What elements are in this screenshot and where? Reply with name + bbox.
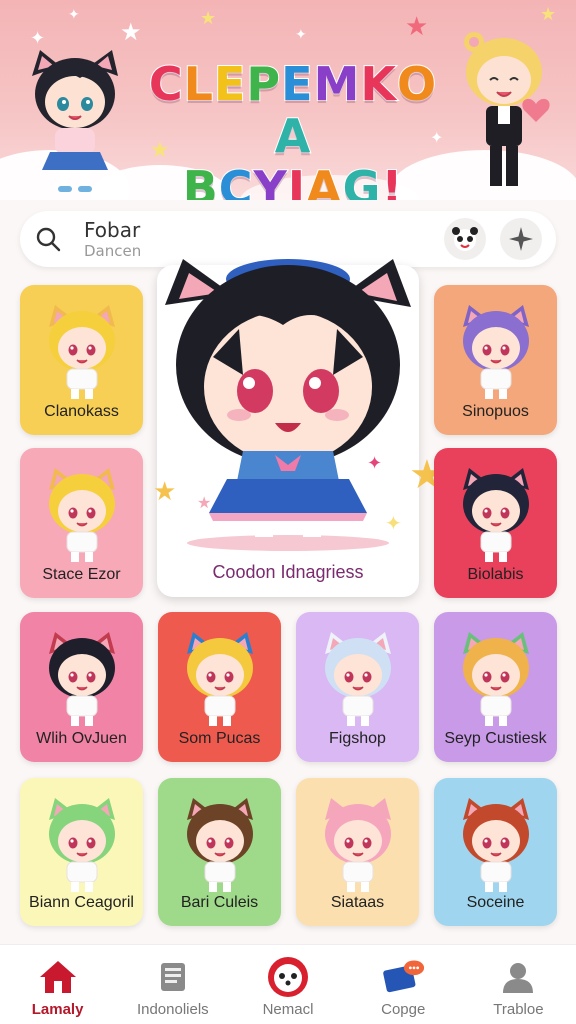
character-tile[interactable]: Bari Culeis: [158, 778, 281, 926]
title-letter: C: [148, 57, 184, 111]
cat-girl-mascot-icon: [32, 50, 118, 192]
tile-label: Biolabis: [467, 566, 524, 583]
title-letter: I: [287, 161, 306, 200]
character-icon: [39, 630, 125, 732]
tile-label: Seyp Custiesk: [444, 730, 547, 747]
character-tile[interactable]: Biolabis: [434, 448, 557, 598]
star-icon: ★: [405, 12, 429, 42]
tile-label: Clanokass: [44, 403, 119, 420]
character-tile[interactable]: Stace Ezor: [20, 448, 143, 598]
featured-card[interactable]: ★ ★ ✦ ✦ ★ Coodon Idnagriess: [153, 259, 445, 597]
panda-face-button[interactable]: [444, 218, 486, 260]
nav-label: Trabloe: [493, 1001, 544, 1018]
title-letter: M: [313, 57, 361, 111]
title-letter: !: [380, 161, 404, 200]
title-letter: A: [274, 109, 312, 163]
character-icon: [453, 630, 539, 732]
character-tile[interactable]: Som Pucas: [158, 612, 281, 762]
home-icon: [36, 957, 80, 997]
bottom-nav: Lamaly Indonoliels Nemacl Copge Trabloe: [0, 944, 576, 1024]
sparkle-button[interactable]: [500, 218, 542, 260]
title-line-2: BCYIAG!: [138, 161, 448, 200]
title-line-1: CLEPEMKOA: [138, 57, 448, 163]
character-tile[interactable]: Seyp Custiesk: [434, 612, 557, 762]
sparkle-icon: [509, 227, 533, 251]
nav-item-copge[interactable]: Copge: [346, 945, 461, 1024]
character-tile[interactable]: Sinopuos: [434, 285, 557, 435]
title-letter: A: [305, 161, 343, 200]
tile-label: Biann Ceagoril: [29, 894, 134, 911]
nav-item-indonoliels[interactable]: Indonoliels: [115, 945, 230, 1024]
star-icon: ★: [540, 4, 557, 25]
star-icon: ★: [197, 493, 212, 512]
tile-label: Stace Ezor: [42, 566, 121, 583]
star-icon: ✦: [295, 27, 307, 43]
tile-label: Som Pucas: [178, 730, 261, 747]
nav-label: Lamaly: [31, 1001, 84, 1018]
tile-label: Sinopuos: [462, 403, 529, 420]
star-icon: ✦: [385, 511, 402, 535]
nav-label: Indonoliels: [136, 1001, 209, 1018]
character-icon: [177, 630, 263, 732]
character-icon: [39, 466, 125, 568]
title-letter: E: [213, 57, 247, 111]
character-icon: [39, 796, 125, 898]
title-letter: Y: [253, 161, 288, 200]
star-icon: ✦: [68, 7, 80, 23]
character-tile[interactable]: Siataas: [296, 778, 419, 926]
title-letter: P: [245, 57, 282, 111]
nav-label: Copge: [381, 1001, 426, 1018]
page-title: CLEPEMKOA BCYIAG!: [138, 57, 448, 200]
tile-label: Soceine: [466, 894, 525, 911]
character-icon: [453, 466, 539, 568]
tile-label: Figshop: [329, 730, 386, 747]
title-letter: G: [342, 161, 382, 200]
character-icon: [315, 630, 401, 732]
title-letter: C: [218, 161, 254, 200]
panda-face-icon: [452, 227, 478, 251]
character-icon: [177, 796, 263, 898]
search-icon[interactable]: [20, 211, 76, 267]
header-banner: ✦ ★ ★ ✦ ★ ★ ★ ✦ ✦ CLEPEMKOA BCYIAG!: [0, 0, 576, 200]
tile-label: Bari Culeis: [180, 894, 259, 911]
character-tile[interactable]: Figshop: [296, 612, 419, 762]
blonde-girl-mascot-icon: [464, 32, 550, 186]
character-icon: [453, 796, 539, 898]
character-tile[interactable]: Clanokass: [20, 285, 143, 435]
sparkle-icon: ✦: [367, 453, 383, 474]
nav-item-trabloe[interactable]: Trabloe: [461, 945, 576, 1024]
star-icon: ★: [153, 477, 177, 507]
panda-badge-icon: [266, 957, 310, 997]
app-root: ✦ ★ ★ ✦ ★ ★ ★ ✦ ✦ CLEPEMKOA BCYIAG! Foba…: [0, 0, 576, 1024]
star-icon: ★: [120, 18, 142, 46]
document-icon: [151, 957, 195, 997]
character-icon: [453, 303, 539, 405]
title-letter: K: [359, 57, 397, 111]
character-tile[interactable]: Soceine: [434, 778, 557, 926]
title-letter: E: [280, 57, 314, 111]
tile-label: Wlih OvJuen: [36, 730, 127, 747]
featured-label: Coodon Idnagriess: [212, 562, 364, 582]
chat-card-icon: [381, 957, 425, 997]
star-icon: ★: [200, 8, 217, 29]
title-letter: L: [183, 57, 214, 111]
tile-label: Siataas: [330, 894, 385, 911]
nav-label: Nemacl: [262, 1001, 314, 1018]
character-tile[interactable]: Biann Ceagoril: [20, 778, 143, 926]
nav-item-lamaly[interactable]: Lamaly: [0, 945, 115, 1024]
profile-icon: [496, 957, 540, 997]
title-letter: B: [182, 161, 219, 200]
character-icon: [39, 303, 125, 405]
character-tile[interactable]: Wlih OvJuen: [20, 612, 143, 762]
cat-girl-character-icon: [165, 259, 411, 537]
title-letter: O: [396, 57, 438, 111]
search-title: Fobar: [84, 218, 141, 242]
character-icon: [315, 796, 401, 898]
nav-item-nemacl[interactable]: Nemacl: [230, 945, 345, 1024]
